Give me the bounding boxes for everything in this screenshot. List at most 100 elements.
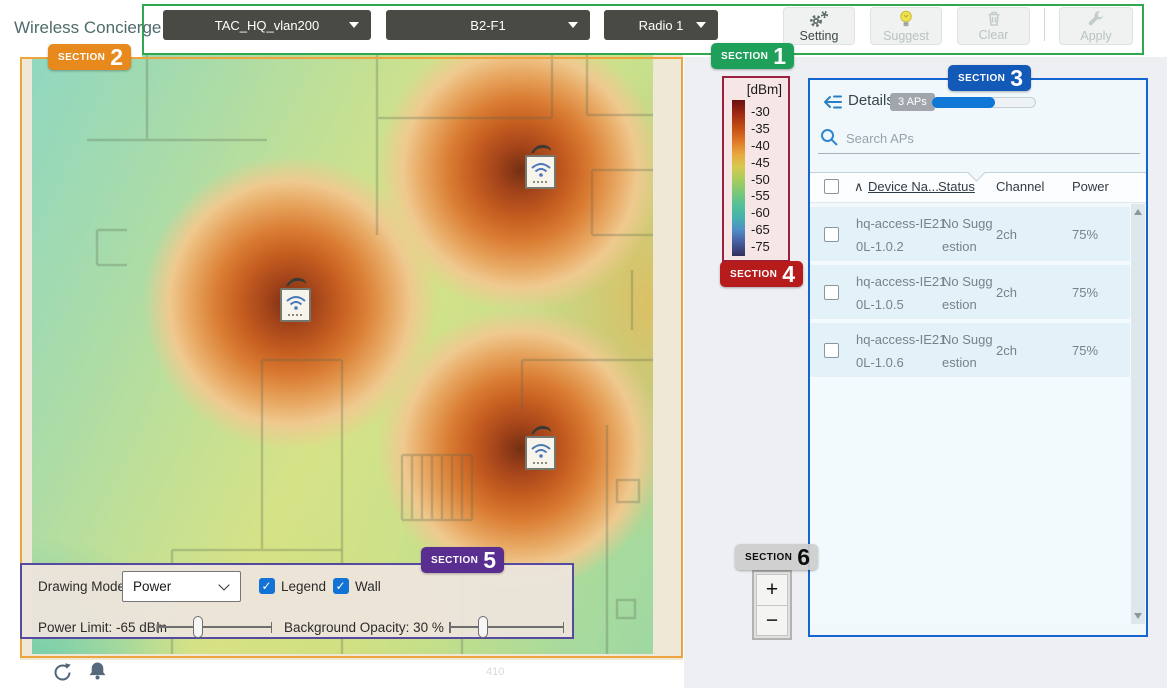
details-label: Details (848, 92, 894, 109)
drawing-mode-select[interactable]: Power (122, 571, 241, 602)
scroll-down-arrow[interactable] (1134, 613, 1142, 619)
background-opacity-slider-thumb[interactable] (478, 616, 488, 638)
section-3-badge: SECTION 3 (948, 65, 1031, 91)
power-limit-slider[interactable] (157, 626, 272, 628)
background-opacity-label: Background Opacity: 30 % (284, 620, 444, 635)
background-opacity-slider[interactable] (449, 626, 564, 628)
section-1-number: 1 (773, 45, 786, 67)
legend-tick: -60 (751, 205, 770, 220)
table-row[interactable]: hq-access-IE21 0L-1.0.5 No Sugg estion 2… (810, 265, 1130, 320)
floorplan-walls (32, 30, 653, 654)
legend-tick: -30 (751, 104, 770, 119)
ap-antenna-icon (528, 143, 554, 155)
access-point-marker-1[interactable] (523, 142, 559, 192)
legend-checkbox[interactable] (259, 578, 275, 594)
radio-dropdown-value: Radio 1 (639, 18, 684, 33)
apply-button-label: Apply (1080, 29, 1111, 43)
search-icon (820, 128, 839, 147)
ap-label-dashes (288, 314, 304, 316)
legend-tick: -55 (751, 188, 770, 203)
refresh-icon[interactable] (52, 662, 73, 683)
ap-antenna-icon (528, 424, 554, 436)
chevron-down-icon (218, 579, 229, 590)
network-dropdown[interactable]: TAC_HQ_vlan200 (163, 10, 371, 40)
sort-asc-indicator[interactable]: ∧ (854, 179, 864, 195)
wifi-icon (530, 443, 552, 459)
scroll-up-arrow[interactable] (1134, 209, 1142, 215)
legend-tick-labels: -30 -35 -40 -45 -50 -55 -60 -65 -75 (751, 104, 770, 254)
legend-tick: -75 (751, 239, 770, 254)
power-limit-label: Power Limit: -65 dBm (38, 620, 167, 635)
cell-channel: 2ch (996, 265, 1017, 320)
section-1-badge: SECTION 1 (711, 43, 794, 69)
clear-button-label: Clear (979, 28, 1009, 42)
progress-bar (932, 97, 1036, 108)
section-5-badge: SECTION 5 (421, 547, 504, 573)
device-name-line1: hq-access-IE21 (856, 328, 948, 351)
column-header-device-name[interactable]: Device Na... (868, 179, 939, 194)
chevron-down-icon (568, 22, 578, 28)
zoom-in-button[interactable]: + (756, 574, 788, 605)
table-body: hq-access-IE21 0L-1.0.2 No Sugg estion 2… (810, 204, 1146, 624)
row-checkbox[interactable] (824, 343, 839, 358)
row-checkbox[interactable] (824, 227, 839, 242)
wall-checkbox-label: Wall (355, 579, 381, 594)
wifi-icon (285, 295, 307, 311)
section-2-number: 2 (110, 46, 123, 68)
table-row[interactable]: hq-access-IE21 0L-1.0.6 No Sugg estion 2… (810, 323, 1130, 378)
table-row[interactable]: hq-access-IE21 0L-1.0.2 No Sugg estion 2… (810, 207, 1130, 262)
toolbar-divider (1044, 8, 1045, 41)
column-header-power: Power (1072, 179, 1109, 194)
device-name-line2: 0L-1.0.5 (856, 293, 948, 316)
access-point-marker-3[interactable] (523, 423, 559, 473)
table-scrollbar[interactable] (1131, 204, 1145, 624)
clear-button[interactable]: Clear (957, 7, 1030, 45)
apply-button[interactable]: Apply (1059, 7, 1133, 45)
cell-device-name: hq-access-IE21 0L-1.0.2 (856, 212, 948, 258)
radio-dropdown[interactable]: Radio 1 (604, 10, 718, 40)
cell-channel: 2ch (996, 323, 1017, 378)
gears-icon (807, 10, 831, 28)
drawing-controls-panel: Drawing Mode: Power Legend Wall Power Li… (20, 563, 574, 639)
select-all-checkbox[interactable] (824, 179, 839, 194)
zoom-out-button[interactable]: − (756, 605, 788, 636)
setting-button[interactable]: Setting (783, 7, 855, 45)
section-6-number: 6 (797, 546, 810, 568)
power-limit-slider-thumb[interactable] (193, 616, 203, 638)
status-line2: estion (942, 235, 998, 258)
row-checkbox[interactable] (824, 285, 839, 300)
cell-power: 75% (1072, 207, 1098, 262)
legend-checkbox-label: Legend (281, 579, 326, 594)
notification-bell-icon[interactable] (88, 661, 107, 682)
device-name-line2: 0L-1.0.6 (856, 351, 948, 374)
column-header-status[interactable]: Status (938, 179, 975, 194)
ap-device-icon (280, 288, 311, 322)
floor-dropdown[interactable]: B2-F1 (386, 10, 590, 40)
wifi-icon (530, 162, 552, 178)
access-point-marker-2[interactable] (278, 275, 314, 325)
section-2-word: SECTION (58, 52, 105, 63)
device-name-line1: hq-access-IE21 (856, 270, 948, 293)
legend-tick: -35 (751, 121, 770, 136)
section-2-badge: SECTION 2 (48, 44, 131, 70)
drawing-mode-value: Power (133, 579, 171, 594)
suggest-button-label: Suggest (883, 29, 929, 43)
legend-tick: -65 (751, 222, 770, 237)
search-input-underline (818, 153, 1140, 154)
search-input[interactable]: Search APs (846, 131, 914, 146)
map-zoom-control: + − (752, 570, 792, 640)
ap-count-badge: 3 APs (890, 93, 935, 111)
lightbulb-icon (898, 10, 914, 28)
cell-device-name: hq-access-IE21 0L-1.0.5 (856, 270, 948, 316)
trash-icon (986, 10, 1002, 27)
section-3-number: 3 (1010, 67, 1023, 89)
cell-power: 75% (1072, 265, 1098, 320)
legend-tick: -45 (751, 155, 770, 170)
wall-checkbox[interactable] (333, 578, 349, 594)
details-back-icon[interactable] (822, 94, 844, 110)
section-6-word: SECTION (745, 552, 792, 563)
ap-details-panel: Details 3 APs Search APs ∧ Device Na... … (808, 78, 1148, 637)
ap-antenna-icon (283, 276, 309, 288)
suggest-button[interactable]: Suggest (870, 7, 942, 45)
device-name-line1: hq-access-IE21 (856, 212, 948, 235)
